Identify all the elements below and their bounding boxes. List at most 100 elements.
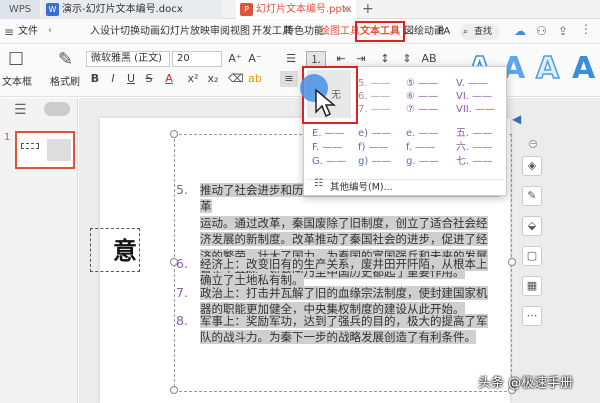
- tab-docx-label: 演示-幻灯片文本编号.docx: [62, 4, 183, 15]
- numbering-option[interactable]: 6. ——: [358, 90, 391, 104]
- text-tools-highlight: [355, 21, 405, 42]
- list-number: 8.: [176, 313, 188, 328]
- textbox-icon[interactable]: ☐: [8, 49, 24, 70]
- numbering-option[interactable]: ⑦ ——: [406, 103, 438, 117]
- layers-icon[interactable]: ◈: [522, 156, 542, 176]
- indent-increase-icon[interactable]: ⇥: [352, 51, 370, 67]
- numbering-option[interactable]: ⑥ ——: [406, 90, 438, 104]
- text-ab-icon[interactable]: AB: [420, 51, 438, 67]
- bullet-list-icon[interactable]: ☰: [282, 51, 300, 67]
- list-item[interactable]: 8. 军事上：奖励军功，达到了强兵的目的，极大的提高了军 队的战斗力。为秦下一步…: [176, 313, 506, 347]
- numbering-option[interactable]: VII. ——: [456, 103, 495, 117]
- font-shrink-button[interactable]: A⁻: [246, 51, 264, 67]
- bold-button[interactable]: B: [88, 71, 102, 87]
- art-text-glow-icon[interactable]: A: [535, 50, 560, 87]
- paragraph-line: 经济上：改变旧有的生产关系，废井田开阡陌，从根本上: [200, 257, 488, 271]
- eraser-icon[interactable]: ⌫: [228, 71, 244, 87]
- italic-button[interactable]: I: [106, 71, 120, 87]
- search-input[interactable]: ⌕ 查找: [460, 24, 500, 40]
- underline-button[interactable]: U: [124, 71, 138, 87]
- numbering-option[interactable]: V. ——: [456, 77, 488, 91]
- numbering-option[interactable]: E. ——: [312, 127, 345, 141]
- strike-button[interactable]: S: [142, 71, 156, 87]
- line-spacing-icon[interactable]: ↕: [376, 51, 394, 67]
- font-size-select[interactable]: 20: [172, 51, 222, 67]
- numbering-option[interactable]: 五. ——: [456, 127, 492, 141]
- pen-icon[interactable]: ✎: [522, 186, 542, 206]
- slide-title-box[interactable]: 意义: [90, 228, 140, 272]
- numbering-option[interactable]: 7. ——: [358, 103, 391, 117]
- slide-number: 1: [4, 132, 11, 143]
- frame-icon[interactable]: ▢: [522, 246, 542, 266]
- numbering-option[interactable]: e. ——: [406, 127, 439, 141]
- resize-handle[interactable]: [508, 258, 516, 266]
- chevron-left-icon[interactable]: ‹: [48, 25, 52, 36]
- collab-icon[interactable]: ⚇: [536, 24, 547, 38]
- resize-handle[interactable]: [170, 386, 178, 394]
- play-slide-icon[interactable]: ◀: [512, 112, 521, 126]
- search-label: 查找: [474, 27, 493, 37]
- watermark: 头条 @极速手册: [478, 376, 574, 391]
- list-number: 6.: [176, 256, 188, 271]
- menu-features[interactable]: 特色功能: [284, 19, 324, 44]
- format-painter-icon[interactable]: ✎: [58, 49, 73, 70]
- wps-home-tab[interactable]: WPS: [0, 0, 40, 19]
- resize-handle[interactable]: [170, 130, 178, 138]
- subscript-icon[interactable]: x₂: [206, 71, 220, 87]
- numbering-option[interactable]: g) ——: [358, 155, 391, 169]
- art-text-dark-icon[interactable]: A: [572, 51, 595, 87]
- numbering-option[interactable]: g. ——: [406, 155, 439, 169]
- numbering-option[interactable]: f. ——: [406, 141, 435, 155]
- hamburger-icon[interactable]: ≡: [4, 25, 14, 39]
- numbering-option[interactable]: G. ——: [312, 155, 346, 169]
- collapse-icon[interactable]: −: [529, 140, 537, 148]
- more-tools-icon[interactable]: ⋯: [522, 306, 542, 326]
- new-tab-button[interactable]: +: [362, 0, 374, 19]
- menu-pa[interactable]: PA: [438, 19, 450, 44]
- paragraph-line: 队的战斗力。为秦下一步的战略发展创造了有利条件。: [200, 330, 476, 345]
- font-color-button[interactable]: A: [162, 71, 176, 87]
- menu-tabs-left[interactable]: 入设计切换动画幻灯片放映审阅视图: [90, 19, 250, 44]
- font-select[interactable]: 微软雅黑 (正文): [86, 51, 170, 67]
- textbox-label[interactable]: 文本框: [2, 73, 32, 88]
- tab-pptx[interactable]: P 幻灯片文本编号.pptx ×: [236, 0, 356, 19]
- fill-icon[interactable]: ⬙: [522, 216, 542, 236]
- title-bar: WPS W 演示-幻灯片文本编号.docx P 幻灯片文本编号.pptx × +: [0, 0, 600, 19]
- more-icon[interactable]: ⋮: [580, 22, 592, 36]
- list-icon: ☷: [314, 178, 323, 189]
- format-painter-label[interactable]: 格式刷: [50, 73, 80, 88]
- slide-thumbnail[interactable]: [15, 131, 75, 169]
- menu-drawing-tools[interactable]: 绘图工具: [320, 19, 360, 44]
- list-number: 7.: [176, 285, 188, 300]
- numbering-option[interactable]: F. ——: [312, 141, 343, 155]
- chart-icon[interactable]: ▦: [522, 276, 542, 296]
- menu-file[interactable]: 文件: [18, 19, 38, 44]
- cloud-icon[interactable]: ☁: [514, 24, 526, 38]
- ppt-icon: P: [240, 3, 253, 16]
- numbering-option[interactable]: e) ——: [358, 127, 391, 141]
- numbering-option[interactable]: 六. ——: [456, 141, 492, 155]
- text-direction-icon[interactable]: ⇕: [398, 51, 416, 67]
- numbering-option[interactable]: VI. ——: [456, 90, 492, 104]
- close-tab-icon[interactable]: ×: [342, 0, 350, 19]
- numbering-option[interactable]: ⑤ ——: [406, 77, 438, 91]
- paragraph-line: 济发展的新制度。改革推动了秦国社会的进步，促进了经: [200, 232, 488, 247]
- menu-bar: ≡ 文件 ‹ 入设计切换动画幻灯片放映审阅视图 开发工具 特色功能 绘图工具 文…: [0, 19, 600, 44]
- tab-docx[interactable]: W 演示-幻灯片文本编号.docx: [42, 0, 222, 19]
- more-numbering-item[interactable]: 其他编号(M)...: [330, 179, 393, 193]
- font-grow-button[interactable]: A⁺: [226, 51, 244, 67]
- align-left-icon[interactable]: ≡: [280, 71, 298, 87]
- tab-pptx-label: 幻灯片文本编号.pptx: [256, 4, 352, 15]
- numbering-option[interactable]: f) ——: [358, 141, 389, 155]
- share-icon[interactable]: ⇪: [558, 24, 568, 38]
- paragraph-line: 军事上：奖励军功，达到了强兵的目的，极大的提高了军: [200, 314, 488, 328]
- highlight-icon[interactable]: ab: [248, 71, 262, 87]
- paragraph-line: 运动。通过改革，秦国废除了旧制度，创立了适合社会经: [200, 215, 488, 230]
- indent-decrease-icon[interactable]: ⇤: [332, 51, 350, 67]
- numbering-option[interactable]: 七. ——: [456, 155, 492, 169]
- slide-view-toggle[interactable]: [44, 102, 70, 116]
- superscript-icon[interactable]: x²: [186, 71, 200, 87]
- mouse-pointer-icon: [315, 88, 336, 118]
- outline-icon[interactable]: ☰: [14, 102, 27, 118]
- numbering-option[interactable]: 5. ——: [358, 77, 391, 91]
